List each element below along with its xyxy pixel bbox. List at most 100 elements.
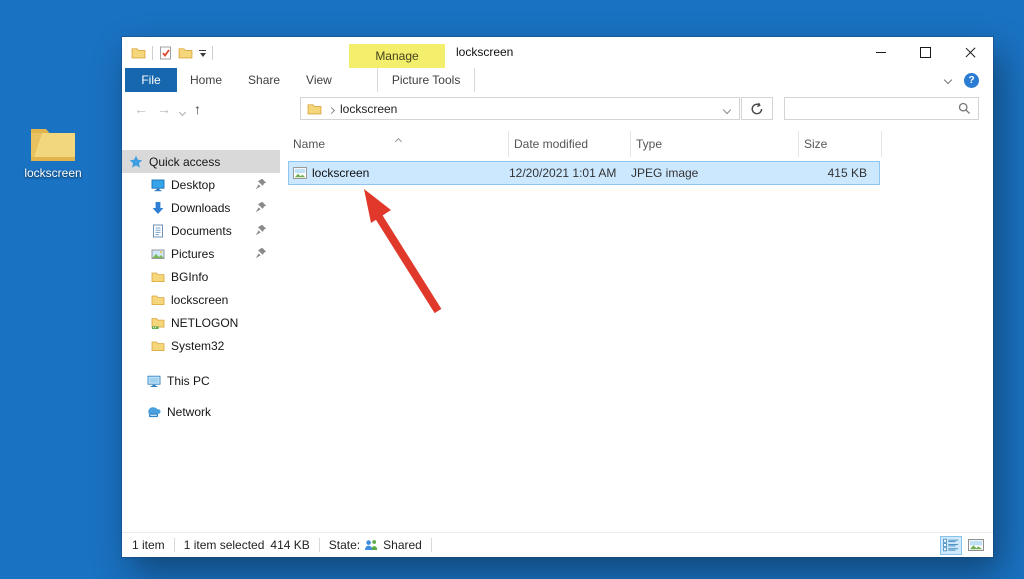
column-header-name[interactable]: Name bbox=[288, 131, 509, 157]
tab-view[interactable]: View bbox=[293, 68, 345, 92]
collapse-ribbon-icon[interactable] bbox=[944, 76, 952, 84]
explorer-window: Manage lockscreen File Home Share View P… bbox=[122, 37, 993, 557]
sidebar-item-downloads[interactable]: Downloads bbox=[122, 196, 280, 219]
tab-file[interactable]: File bbox=[125, 68, 177, 92]
column-header-date-modified[interactable]: Date modified bbox=[509, 131, 631, 157]
main-content: Quick access Desktop Downloads bbox=[122, 125, 993, 533]
sidebar-item-system32[interactable]: System32 bbox=[122, 334, 280, 357]
help-icon[interactable]: ? bbox=[964, 73, 979, 88]
computer-icon bbox=[147, 374, 161, 388]
minimize-icon bbox=[876, 52, 886, 53]
close-icon bbox=[965, 47, 976, 58]
title-bar: Manage lockscreen bbox=[122, 37, 993, 68]
download-arrow-icon bbox=[151, 201, 165, 215]
shared-folder-icon bbox=[151, 316, 165, 330]
desktop-icon bbox=[151, 178, 165, 192]
selection-summary: 1 item selected bbox=[184, 538, 265, 552]
column-header-type[interactable]: Type bbox=[631, 131, 799, 157]
navigation-toolbar: ← → ↑ lockscreen bbox=[122, 92, 993, 125]
sidebar-item-this-pc[interactable]: This PC bbox=[122, 369, 280, 392]
sidebar-item-bginfo[interactable]: BGInfo bbox=[122, 265, 280, 288]
file-list: Name Date modified Type Size bbox=[288, 131, 985, 185]
breadcrumb[interactable]: lockscreen bbox=[340, 102, 397, 116]
sort-ascending-icon bbox=[396, 133, 401, 147]
status-bar: 1 item 1 item selected 414 KB State: Sha… bbox=[122, 532, 993, 557]
customize-qat-dropdown-icon[interactable] bbox=[199, 48, 206, 58]
window-folder-icon bbox=[131, 46, 146, 59]
folder-icon bbox=[151, 339, 165, 352]
folder-icon bbox=[151, 270, 165, 283]
sidebar-item-lockscreen[interactable]: lockscreen bbox=[122, 288, 280, 311]
document-icon bbox=[151, 224, 165, 238]
sidebar-item-desktop[interactable]: Desktop bbox=[122, 173, 280, 196]
up-icon[interactable]: ↑ bbox=[194, 101, 201, 117]
selection-size: 414 KB bbox=[270, 538, 309, 552]
item-count: 1 item bbox=[132, 538, 165, 552]
details-view-icon bbox=[943, 538, 959, 552]
divider bbox=[152, 46, 153, 60]
sidebar-item-quick-access[interactable]: Quick access bbox=[122, 150, 280, 173]
tab-picture-tools[interactable]: Picture Tools bbox=[377, 68, 475, 92]
search-icon bbox=[958, 102, 971, 115]
recent-locations-icon[interactable] bbox=[180, 102, 185, 118]
file-size-cell: 415 KB bbox=[799, 166, 875, 180]
window-title: lockscreen bbox=[456, 37, 513, 68]
file-name-cell: lockscreen bbox=[289, 166, 509, 180]
picture-icon bbox=[151, 247, 165, 261]
new-folder-icon[interactable] bbox=[178, 46, 193, 59]
divider bbox=[174, 538, 175, 552]
search-box bbox=[784, 97, 979, 120]
tab-home[interactable]: Home bbox=[177, 68, 235, 92]
pin-icon bbox=[255, 178, 267, 190]
refresh-icon bbox=[750, 102, 764, 116]
divider bbox=[431, 538, 432, 552]
sidebar-item-pictures[interactable]: Pictures bbox=[122, 242, 280, 265]
file-type-cell: JPEG image bbox=[631, 166, 799, 180]
address-bar[interactable]: lockscreen bbox=[300, 97, 740, 120]
ribbon-tab-row: File Home Share View Picture Tools ? bbox=[122, 68, 993, 93]
maximize-icon bbox=[920, 47, 931, 58]
column-header-size[interactable]: Size bbox=[799, 131, 882, 157]
desktop-icon-label: lockscreen bbox=[18, 166, 88, 180]
folder-icon bbox=[30, 124, 76, 162]
file-date-cell: 12/20/2021 1:01 AM bbox=[509, 166, 631, 180]
desktop-folder-shortcut[interactable]: lockscreen bbox=[18, 124, 88, 180]
close-button[interactable] bbox=[948, 37, 993, 68]
divider bbox=[212, 46, 213, 60]
details-view-button[interactable] bbox=[940, 536, 962, 555]
breadcrumb-folder-icon bbox=[307, 102, 322, 115]
thumbnail-view-icon bbox=[968, 539, 984, 551]
sidebar-item-network[interactable]: Network bbox=[122, 400, 280, 423]
minimize-button[interactable] bbox=[858, 37, 903, 68]
navigation-pane: Quick access Desktop Downloads bbox=[122, 125, 280, 533]
jpeg-image-icon bbox=[293, 167, 307, 179]
share-state: State: Shared bbox=[329, 538, 422, 552]
quick-access-toolbar bbox=[131, 37, 213, 68]
tab-share[interactable]: Share bbox=[235, 68, 293, 92]
divider bbox=[319, 538, 320, 552]
forward-icon[interactable]: → bbox=[157, 101, 171, 117]
address-dropdown-icon[interactable] bbox=[724, 102, 739, 116]
pin-icon bbox=[255, 201, 267, 213]
pin-icon bbox=[255, 224, 267, 236]
file-row-selected[interactable]: lockscreen 12/20/2021 1:01 AM JPEG image… bbox=[288, 161, 880, 185]
breadcrumb-chevron-icon bbox=[329, 102, 334, 116]
thumbnail-view-button[interactable] bbox=[965, 536, 987, 555]
network-icon bbox=[147, 405, 161, 419]
star-icon bbox=[129, 155, 143, 169]
refresh-button[interactable] bbox=[741, 97, 773, 120]
back-icon[interactable]: ← bbox=[134, 101, 148, 117]
contextual-group-label[interactable]: Manage bbox=[349, 44, 445, 68]
folder-icon bbox=[151, 293, 165, 306]
column-headers: Name Date modified Type Size bbox=[288, 131, 985, 157]
properties-check-icon[interactable] bbox=[159, 46, 172, 60]
sidebar-item-netlogon[interactable]: NETLOGON bbox=[122, 311, 280, 334]
state-value: Shared bbox=[383, 538, 422, 552]
view-switcher bbox=[940, 536, 993, 555]
window-controls bbox=[858, 37, 993, 68]
nav-buttons: ← → ↑ bbox=[134, 92, 201, 125]
maximize-button[interactable] bbox=[903, 37, 948, 68]
search-input[interactable] bbox=[785, 98, 958, 119]
pin-icon bbox=[255, 247, 267, 259]
sidebar-item-documents[interactable]: Documents bbox=[122, 219, 280, 242]
